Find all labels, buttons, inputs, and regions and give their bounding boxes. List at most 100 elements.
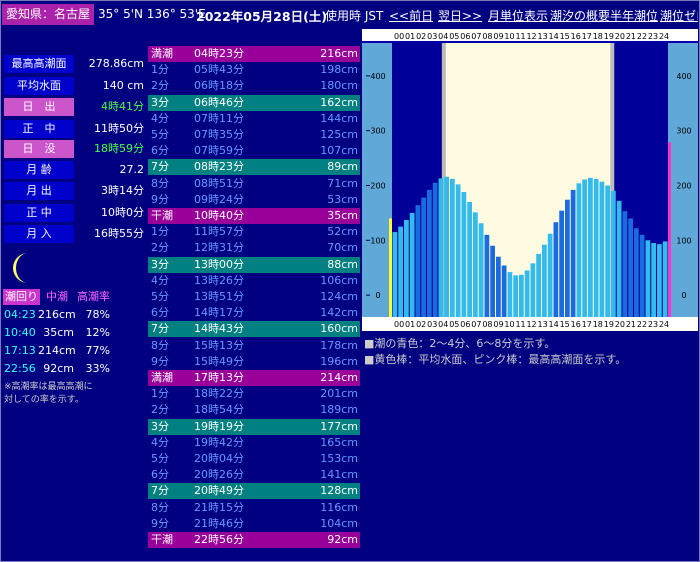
row-stage: 7分 (151, 160, 169, 174)
row-stage: 3分 (151, 419, 169, 433)
x-tick-label-bottom: 14 (549, 320, 559, 329)
row-stage: 2分 (151, 403, 169, 417)
table-row: 3分 19時19分 177cm (148, 418, 360, 435)
x-tick-label-bottom: 01 (405, 320, 415, 329)
y-tick-label-left: 400 (370, 72, 385, 81)
tide-bar (461, 192, 467, 317)
row-stage: 1分 (151, 225, 169, 239)
row-height: 189cm (320, 403, 358, 417)
row-time: 14時17分 (194, 306, 244, 320)
x-tick-label-bottom: 16 (571, 320, 581, 329)
tide-time: 22:56 (4, 362, 36, 375)
row-height: 35cm (327, 209, 358, 222)
tide-bar (616, 200, 622, 317)
x-tick-label-bottom: 00 (394, 320, 404, 329)
y-tick-label-right: 400 (676, 72, 691, 81)
month-view-link[interactable]: 月単位表示 (488, 7, 548, 24)
x-tick-label-top: 17 (582, 32, 592, 41)
tide-bar (513, 275, 518, 317)
row-height: 165cm (320, 435, 358, 449)
x-tick-label-bottom: 10 (504, 320, 514, 329)
row-time: 07時35分 (194, 128, 244, 141)
row-height: 153cm (320, 452, 358, 465)
row-stage: 満潮 (151, 371, 173, 384)
zero-level-link[interactable]: 潮位ゼロ (660, 7, 698, 24)
table-row: 干潮 22時56分 92cm (148, 532, 360, 548)
location-label[interactable]: 愛知県：名古屋 (2, 4, 95, 25)
row-height: 53cm (327, 192, 358, 206)
x-tick-label-top: 19 (604, 32, 614, 41)
table-row: 7分 08時23分 89cm (148, 159, 360, 176)
x-tick-label-top: 05 (449, 32, 459, 41)
info-value-6: 3時14分 (101, 184, 144, 197)
tide-bar (657, 244, 662, 317)
row-time: 07時59分 (194, 144, 244, 158)
x-tick-label-bottom: 22 (637, 320, 647, 329)
tide-height: 216cm (38, 308, 76, 321)
info-label-1: 平均水面 (4, 77, 74, 95)
row-height: 162cm (320, 95, 358, 109)
tide-bar (565, 199, 570, 317)
y-tick-label-left: 100 (370, 236, 385, 245)
row-time: 15時13分 (194, 338, 244, 352)
tide-bar (570, 189, 576, 317)
row-stage: 満潮 (151, 47, 173, 60)
tide-note-line1: ※高潮率は最高高潮に (4, 382, 93, 392)
next-day-link[interactable]: 翌日>> (438, 7, 482, 24)
x-tick-label-bottom: 24 (659, 320, 669, 329)
table-row: 2分 12時31分 70cm (148, 240, 360, 256)
coordinates: 35° 5'N 136° 53'E (98, 7, 206, 21)
row-time: 18時22分 (194, 387, 244, 401)
row-time: 21時46分 (194, 516, 244, 530)
x-tick-label-bottom: 08 (482, 320, 492, 329)
tide-bar (542, 244, 547, 317)
tide-bar (605, 185, 610, 317)
tide-bar (467, 201, 472, 317)
x-tick-label-bottom: 20 (615, 320, 625, 329)
tide-bar (628, 218, 633, 317)
table-row: 満潮 04時23分 216cm (148, 46, 360, 62)
tide-summary-row: 17:13 214cm 77% (0, 343, 140, 359)
row-time: 20時49分 (194, 484, 244, 498)
prev-day-link[interactable]: <<前日 (389, 7, 433, 24)
tide-bar (576, 183, 582, 317)
x-tick-label-bottom: 12 (526, 320, 536, 329)
table-row: 干潮 10時40分 35cm (148, 208, 360, 224)
row-stage: 9分 (151, 354, 169, 368)
x-tick-label-bottom: 21 (626, 320, 636, 329)
row-time: 14時43分 (194, 322, 244, 336)
overview-link[interactable]: 潮汐の概要 (550, 7, 610, 24)
table-row: 7分 20時49分 128cm (148, 483, 360, 500)
info-value-4: 18時59分 (94, 142, 144, 155)
info-label-4: 日 没 (4, 140, 74, 158)
tide-bar (651, 243, 656, 317)
x-tick-label-top: 24 (659, 32, 669, 41)
row-height: 92cm (327, 533, 358, 546)
tide-rate: 33% (85, 362, 110, 375)
row-stage: 6分 (151, 468, 169, 482)
row-time: 06時46分 (194, 95, 244, 109)
tide-bar (473, 212, 478, 317)
row-height: 107cm (320, 144, 358, 158)
row-stage: 干潮 (151, 209, 173, 222)
tide-bar (593, 178, 599, 317)
tide-bar (455, 184, 461, 317)
info-value-7: 10時0分 (101, 206, 144, 219)
tide-bar (622, 211, 628, 317)
tide-bar (432, 182, 438, 317)
x-tick-label-bottom: 05 (449, 320, 459, 329)
tide-rate: 77% (85, 344, 110, 357)
tide-bar (559, 210, 564, 317)
x-tick-label-top: 15 (560, 32, 570, 41)
halfyear-link[interactable]: 半年潮位 (610, 7, 658, 24)
row-time: 07時11分 (194, 111, 244, 125)
row-height: 141cm (320, 468, 358, 482)
row-time: 15時49分 (194, 354, 244, 368)
table-row: 1分 18時22分 201cm (148, 386, 360, 402)
row-height: 106cm (320, 273, 358, 287)
x-tick-label-top: 06 (460, 32, 470, 41)
y-tick-label-left: 200 (370, 181, 385, 190)
tide-bar (415, 205, 421, 317)
row-stage: 5分 (151, 452, 169, 465)
x-tick-label-bottom: 15 (560, 320, 570, 329)
